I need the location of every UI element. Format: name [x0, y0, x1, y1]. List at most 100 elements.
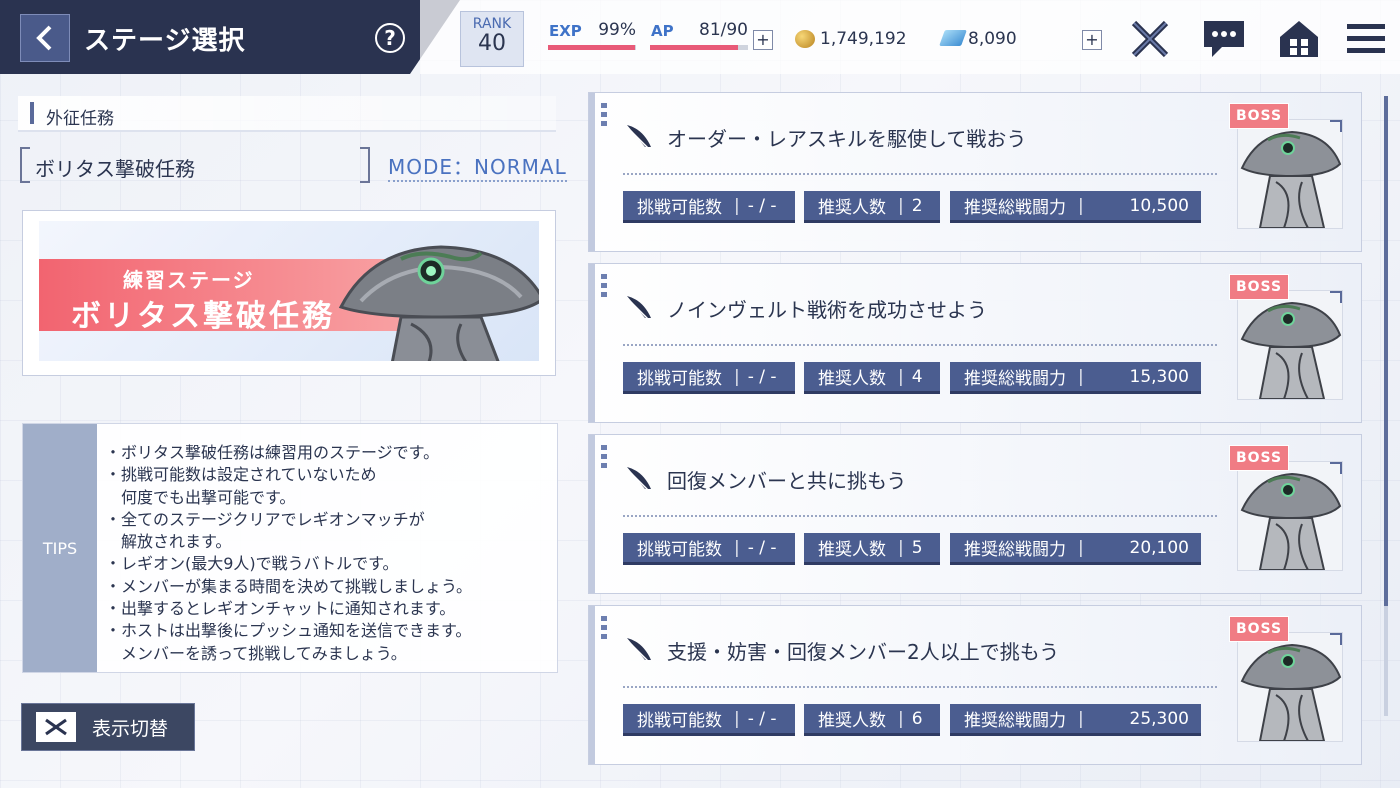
tip-item: ・レギオン(最大9人)で戦うバトルです。 [105, 554, 399, 574]
boss-portrait [1237, 290, 1343, 400]
power-value: 20,100 [1129, 537, 1189, 558]
main-menu-button[interactable] [1343, 16, 1389, 62]
tip-item: メンバーを誘って挑戦してみましょう。 [105, 643, 407, 663]
scrollbar[interactable] [1384, 96, 1388, 716]
ap-bar-fill [650, 45, 739, 50]
tries-label: 挑戦可能数 [637, 540, 722, 560]
exp-value: 99% [598, 20, 636, 40]
players-value: 5 [911, 537, 923, 558]
boss-frame[interactable]: BOSS [1229, 103, 1343, 233]
home-icon [1280, 21, 1318, 57]
stage-card-2[interactable]: ノインヴェルト戦術を成功させよう 挑戦可能数 | - / - 推奨人数 | 4 … [588, 263, 1362, 423]
tip-item: ・出撃するとレギオンチャットに通知されます。 [105, 599, 456, 619]
portrait-corner [1330, 120, 1342, 132]
rank-value: 40 [478, 31, 506, 56]
boss-frame[interactable]: BOSS [1229, 616, 1343, 746]
banner-subtitle: 練習ステージ [123, 268, 255, 292]
stage-title: オーダー・レアスキルを駆使して戦おう [667, 127, 1027, 151]
stage-card-3[interactable]: 回復メンバーと共に挑もう 挑戦可能数 | - / - 推奨人数 | 5 推奨総戦… [588, 434, 1362, 594]
toggle-icon [36, 712, 76, 742]
stat-divider: | [1078, 708, 1084, 729]
tips-box: TIPS ・ボリタス撃破任務は練習用のステージです。 ・挑戦可能数は設定されていな… [22, 423, 558, 673]
top-bar: ステージ選択 ? RANK 40 EXP 99% AP 81/90 + 1,74… [0, 0, 1400, 74]
stat-divider: | [734, 537, 740, 558]
portrait-corner [1330, 633, 1342, 645]
toggle-label: 表示切替 [92, 717, 169, 740]
card-dots [601, 274, 607, 300]
bracket-left [20, 147, 30, 183]
tries-stat: 挑戦可能数 | - / - [623, 704, 795, 736]
ap-plus-button[interactable]: + [753, 30, 773, 50]
stage-divider [623, 515, 1217, 517]
back-button[interactable] [20, 14, 70, 62]
feather-icon [627, 638, 651, 663]
power-value: 25,300 [1129, 708, 1189, 729]
help-icon[interactable]: ? [375, 23, 405, 53]
tries-value: - / - [747, 537, 777, 558]
boss-badge: BOSS [1229, 445, 1289, 471]
crossed-arrows-icon [45, 718, 67, 736]
ap-bar [650, 45, 748, 50]
stat-divider: | [898, 366, 904, 387]
stat-divider: | [734, 195, 740, 216]
exp-bar [548, 45, 636, 50]
stage-divider [623, 173, 1217, 175]
tips-side: TIPS [23, 424, 97, 672]
tries-value: - / - [747, 708, 777, 729]
stat-divider: | [734, 708, 740, 729]
boss-image [1240, 301, 1342, 399]
boss-badge: BOSS [1229, 274, 1289, 300]
battle-button[interactable] [1127, 16, 1173, 62]
players-value: 4 [911, 366, 923, 387]
tries-label: 挑戦可能数 [637, 369, 722, 389]
tries-label: 挑戦可能数 [637, 198, 722, 218]
portrait-corner [1330, 291, 1342, 303]
stage-title: 支援・妨害・回復メンバー2人以上で挑もう [667, 640, 1060, 664]
feather-icon [627, 467, 651, 492]
stage-card-1[interactable]: オーダー・レアスキルを駆使して戦おう 挑戦可能数 | - / - 推奨人数 | … [588, 92, 1362, 252]
gem-plus-button[interactable]: + [1082, 30, 1102, 50]
mode-selector[interactable]: MODE：NORMAL [388, 151, 567, 182]
stage-title: 回復メンバーと共に挑もう [667, 469, 907, 493]
section-title: 外征任務 [46, 109, 114, 129]
scrollbar-thumb[interactable] [1384, 96, 1388, 606]
players-stat: 推奨人数 | 5 [804, 533, 940, 565]
players-stat: 推奨人数 | 2 [804, 191, 940, 223]
chat-button[interactable] [1201, 16, 1247, 62]
gem-value: 8,090 [968, 29, 1017, 49]
players-label: 推奨人数 [818, 369, 886, 389]
boss-frame[interactable]: BOSS [1229, 274, 1343, 404]
tip-item: ・全てのステージクリアでレギオンマッチが [105, 509, 425, 529]
boss-image [1240, 643, 1342, 741]
players-value: 6 [911, 708, 923, 729]
coin-value: 1,749,192 [820, 29, 907, 49]
stage-card-4[interactable]: 支援・妨害・回復メンバー2人以上で挑もう 挑戦可能数 | - / - 推奨人数 … [588, 605, 1362, 765]
display-toggle-button[interactable]: 表示切替 [21, 703, 195, 751]
page-title: ステージ選択 [84, 26, 246, 56]
tries-stat: 挑戦可能数 | - / - [623, 362, 795, 394]
tips-list: ・ボリタス撃破任務は練習用のステージです。 ・挑戦可能数は設定されていないため 何… [105, 442, 472, 665]
section-header: 外征任務 [18, 96, 556, 132]
players-label: 推奨人数 [818, 198, 886, 218]
mission-banner: 練習ステージ ボリタス撃破任務 [22, 210, 556, 376]
rank-label: RANK [472, 16, 512, 32]
stage-list[interactable]: オーダー・レアスキルを駆使して戦おう 挑戦可能数 | - / - 推奨人数 | … [588, 92, 1368, 788]
home-button[interactable] [1276, 16, 1322, 62]
tip-item: ・メンバーが集まる時間を決めて挑戦しましょう。 [105, 576, 473, 596]
boss-frame[interactable]: BOSS [1229, 445, 1343, 575]
tip-item: ・ホストは出撃後にプッシュ通知を送信できます。 [105, 621, 472, 641]
tip-item: 何度でも出撃可能です。 [105, 487, 296, 507]
power-stat: 推奨総戦闘力 | 25,300 [950, 704, 1201, 736]
feather-icon [627, 296, 651, 321]
stat-divider: | [1078, 366, 1084, 387]
boss-portrait [1237, 461, 1343, 571]
boss-badge: BOSS [1229, 616, 1289, 642]
card-edge [589, 606, 595, 764]
boss-image [1240, 130, 1342, 228]
power-stat: 推奨総戦闘力 | 15,300 [950, 362, 1201, 394]
back-icon [36, 25, 52, 51]
tries-label: 挑戦可能数 [637, 711, 722, 731]
tries-stat: 挑戦可能数 | - / - [623, 533, 795, 565]
stat-divider: | [734, 366, 740, 387]
tries-value: - / - [747, 366, 777, 387]
